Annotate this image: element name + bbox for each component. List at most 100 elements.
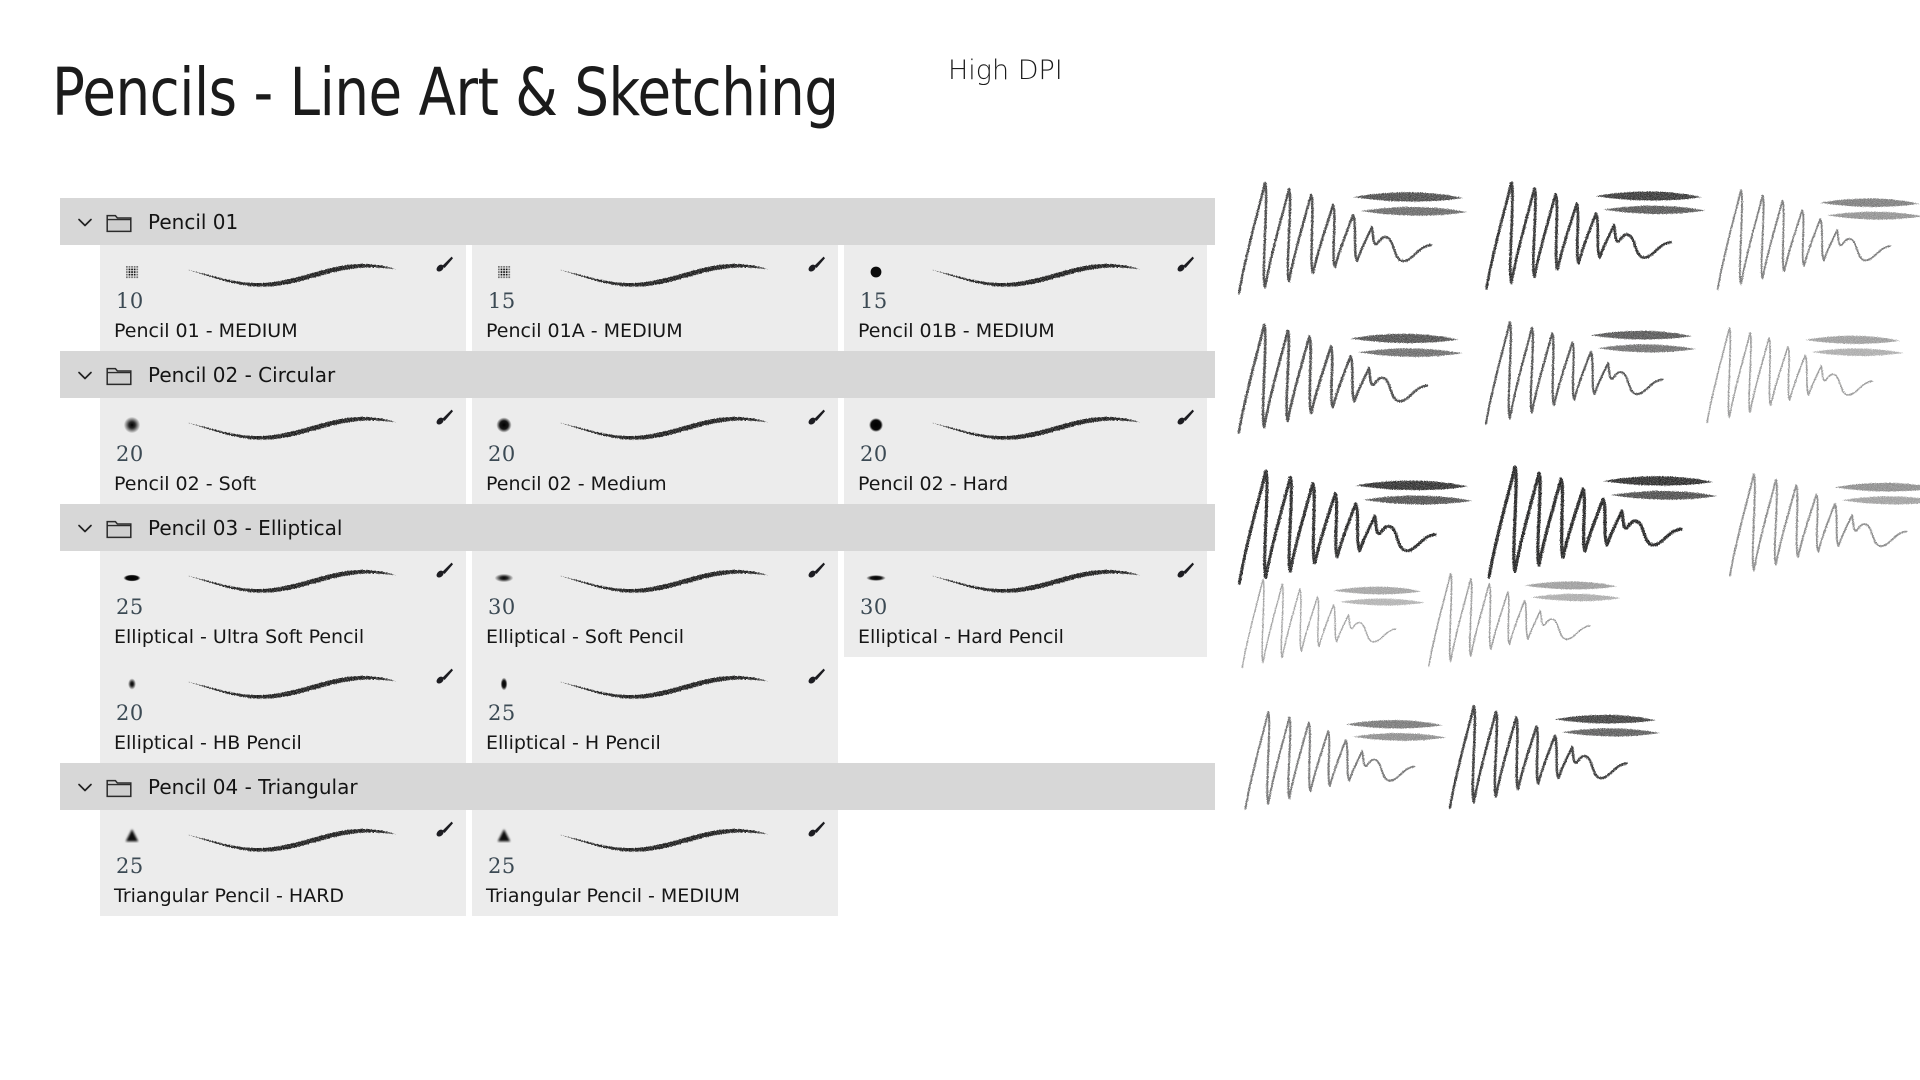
ellipse-tip-icon: [859, 561, 893, 595]
paintbrush-icon[interactable]: [432, 407, 454, 429]
paintbrush-icon[interactable]: [804, 254, 826, 276]
brush-size-value: 25: [488, 701, 516, 725]
soft-round-tip-icon: [115, 408, 149, 442]
sample-scribble: [1695, 321, 1910, 433]
brush-size-value: 25: [116, 595, 144, 619]
stroke-preview: [180, 663, 410, 711]
sample-scribble: [1717, 467, 1920, 587]
sample-scribble: [1225, 175, 1475, 305]
sample-scribble: [1705, 183, 1920, 300]
brush-group-header[interactable]: Pencil 01: [60, 198, 1215, 245]
high-dpi-badge: High DPI: [948, 55, 1063, 86]
brush-row: 25 Triangular Pencil - HARD 25 Triangular P…: [100, 810, 1215, 916]
sample-scribble: [1231, 573, 1431, 677]
paintbrush-icon[interactable]: [804, 407, 826, 429]
chevron-down-icon[interactable]: [74, 517, 96, 539]
brush-label: Elliptical - Soft Pencil: [486, 626, 684, 648]
paintbrush-icon[interactable]: [1173, 407, 1195, 429]
paintbrush-icon[interactable]: [432, 666, 454, 688]
brush-size-value: 20: [116, 442, 144, 466]
sample-scribble: [1437, 699, 1667, 819]
brush-card[interactable]: 15 Pencil 01B - MEDIUM: [844, 245, 1207, 351]
chevron-down-icon[interactable]: [74, 364, 96, 386]
paintbrush-icon[interactable]: [1173, 560, 1195, 582]
soft-round-tip-icon: [487, 408, 521, 442]
brush-label: Triangular Pencil - MEDIUM: [486, 885, 740, 907]
stroke-preview: [552, 404, 782, 452]
stroke-preview: [924, 557, 1154, 605]
soft-round-tip-icon: [859, 408, 893, 442]
page-title: Pencils - Line Art & Sketching: [52, 54, 839, 131]
brush-group: Pencil 04 - Triangular 25 Triangular Penci…: [60, 763, 1215, 916]
brush-label: Pencil 01A - MEDIUM: [486, 320, 683, 342]
ellipse-tip-icon: [115, 667, 149, 701]
brush-size-value: 25: [488, 854, 516, 878]
brush-card[interactable]: 15 Pencil 01A - MEDIUM: [472, 245, 838, 351]
folder-icon: [106, 776, 132, 798]
stroke-preview: [180, 251, 410, 299]
brush-label: Pencil 01B - MEDIUM: [858, 320, 1055, 342]
paintbrush-icon[interactable]: [432, 560, 454, 582]
folder-icon: [106, 364, 132, 386]
brush-row: 20 Elliptical - HB Pencil 25 Elliptical - H…: [100, 657, 1215, 763]
brush-size-value: 30: [860, 595, 888, 619]
brush-label: Pencil 02 - Hard: [858, 473, 1009, 495]
brush-card[interactable]: 25 Triangular Pencil - MEDIUM: [472, 810, 838, 916]
brush-card[interactable]: 20 Pencil 02 - Medium: [472, 398, 838, 504]
paintbrush-icon[interactable]: [432, 254, 454, 276]
brush-group-title: Pencil 01: [148, 209, 239, 234]
stroke-preview: [552, 251, 782, 299]
brush-size-value: 20: [860, 442, 888, 466]
paintbrush-icon[interactable]: [804, 560, 826, 582]
paintbrush-icon[interactable]: [432, 819, 454, 841]
brush-card[interactable]: 10 Pencil 01 - MEDIUM: [100, 245, 466, 351]
chevron-down-icon[interactable]: [74, 211, 96, 233]
brush-browser-panel: Pencil 01 10 Pencil 01 - MEDIUM 15 Pencil 01…: [60, 198, 1215, 916]
brush-row: 25 Elliptical - Ultra Soft Pencil 30 Ellipt…: [100, 551, 1215, 657]
brush-card[interactable]: 25 Elliptical - H Pencil: [472, 657, 838, 763]
triangle-tip-icon: [115, 820, 149, 854]
sample-scribble: [1417, 567, 1627, 676]
stroke-preview: [552, 557, 782, 605]
brush-card[interactable]: 20 Pencil 02 - Soft: [100, 398, 466, 504]
brush-sample-swatches: [1225, 175, 1920, 835]
brush-label: Pencil 01 - MEDIUM: [114, 320, 298, 342]
paintbrush-icon[interactable]: [1173, 254, 1195, 276]
sample-scribble: [1233, 705, 1453, 819]
brush-label: Triangular Pencil - HARD: [114, 885, 345, 907]
brush-group: Pencil 01 10 Pencil 01 - MEDIUM 15 Pencil 01…: [60, 198, 1215, 351]
paintbrush-icon[interactable]: [804, 666, 826, 688]
brush-size-value: 15: [860, 289, 888, 313]
brush-card[interactable]: 25 Triangular Pencil - HARD: [100, 810, 466, 916]
brush-card[interactable]: 20 Elliptical - HB Pencil: [100, 657, 466, 763]
brush-group-header[interactable]: Pencil 03 - Elliptical: [60, 504, 1215, 551]
brush-label: Elliptical - Ultra Soft Pencil: [114, 626, 365, 648]
stroke-preview: [552, 663, 782, 711]
round-dot-tip-icon: [859, 255, 893, 289]
brush-group-title: Pencil 04 - Triangular: [148, 774, 358, 799]
folder-icon: [106, 517, 132, 539]
brush-card[interactable]: 30 Elliptical - Hard Pencil: [844, 551, 1207, 657]
folder-icon: [106, 211, 132, 233]
brush-row: 20 Pencil 02 - Soft 20 Pencil 02 - Medium 20…: [100, 398, 1215, 504]
brush-card[interactable]: 25 Elliptical - Ultra Soft Pencil: [100, 551, 466, 657]
brush-label: Elliptical - H Pencil: [486, 732, 661, 754]
crosshatch-tip-icon: [487, 255, 521, 289]
brush-label: Elliptical - Hard Pencil: [858, 626, 1064, 648]
paintbrush-icon[interactable]: [804, 819, 826, 841]
stroke-preview: [180, 816, 410, 864]
stroke-preview: [924, 404, 1154, 452]
brush-size-value: 20: [116, 701, 144, 725]
stroke-preview: [180, 557, 410, 605]
brush-card[interactable]: 30 Elliptical - Soft Pencil: [472, 551, 838, 657]
brush-group-header[interactable]: Pencil 04 - Triangular: [60, 763, 1215, 810]
stroke-preview: [552, 816, 782, 864]
brush-group-header[interactable]: Pencil 02 - Circular: [60, 351, 1215, 398]
chevron-down-icon[interactable]: [74, 776, 96, 798]
ellipse-tip-icon: [487, 667, 521, 701]
brush-label: Pencil 02 - Medium: [486, 473, 667, 495]
sample-scribble: [1473, 175, 1713, 300]
brush-card[interactable]: 20 Pencil 02 - Hard: [844, 398, 1207, 504]
brush-group: Pencil 03 - Elliptical 25 Elliptical - Ult…: [60, 504, 1215, 763]
brush-size-value: 15: [488, 289, 516, 313]
